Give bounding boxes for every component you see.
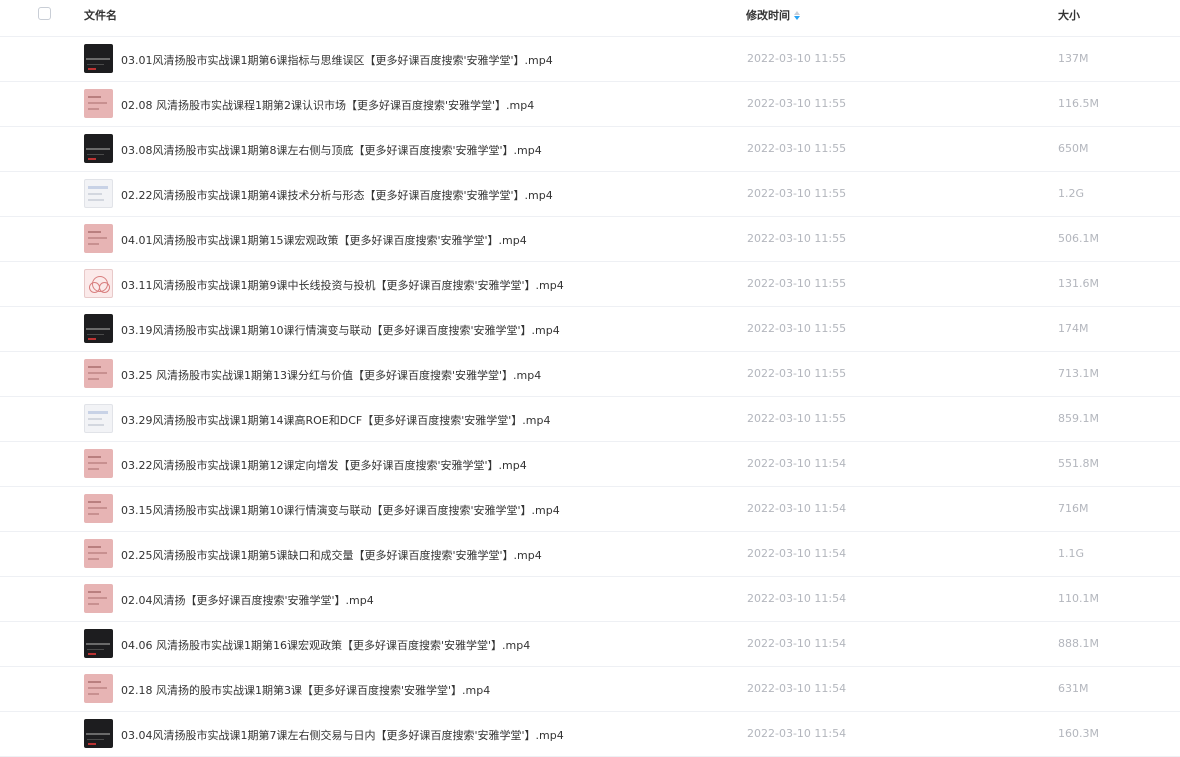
file-name[interactable]: 03.15风清扬股市实战课1期第10课行情演变与联动【更多好课百度搜索'安雅学堂…	[121, 502, 560, 518]
file-list-header: 文件名 修改时间 大小	[0, 0, 1180, 37]
modified-time: 2022-03-10 11:55	[747, 232, 847, 245]
file-size: 716M	[1058, 502, 1089, 515]
modified-time: 2022-03-10 11:55	[747, 322, 847, 335]
modified-time: 2022-03-10 11:55	[747, 52, 847, 65]
file-row[interactable]: 04.01风清扬股市实战课1期第15课宏观政策【更多好课百度搜索'安雅学堂'】.…	[0, 217, 1180, 262]
file-size: 506.1M	[1058, 232, 1099, 245]
file-row[interactable]: 02.22风清扬股市实战课1期第4课技术分析与形态【更多好课百度搜索'安雅学堂'…	[0, 172, 1180, 217]
file-size: 551.8M	[1058, 457, 1099, 470]
video-thumbnail	[84, 89, 113, 118]
file-name[interactable]: 03.11风清扬股市实战课1期第9课中长线投资与投机【更多好课百度搜索'安雅学堂…	[121, 277, 564, 293]
file-name[interactable]: 03.25 风清扬股市实战课1期第13课分红与价值【更多好课百度搜索'安雅学堂'…	[121, 367, 541, 383]
file-name[interactable]: 02.18 风清扬的股市实战课1期第3课【更多好课百度搜索'安雅学堂'】.mp4	[121, 682, 490, 698]
video-thumbnail	[84, 404, 113, 433]
video-thumbnail	[84, 719, 113, 748]
video-thumbnail	[84, 674, 113, 703]
column-header-modified-time-label: 修改时间	[746, 9, 790, 22]
file-row[interactable]: 03.08风清扬股市实战课1期第8课左右侧与顶底【更多好课百度搜索'安雅学堂'】…	[0, 127, 1180, 172]
file-size: 1.2G	[1058, 187, 1085, 200]
video-thumbnail	[84, 584, 113, 613]
file-size: 859.1M	[1058, 412, 1099, 425]
file-name[interactable]: 03.22风清扬股市实战课1期第12课定向增发【更多好课百度搜索'安雅学堂'】.…	[121, 457, 527, 473]
file-size: 137M	[1058, 52, 1089, 65]
file-row[interactable]: 03.22风清扬股市实战课1期第12课定向增发【更多好课百度搜索'安雅学堂'】.…	[0, 442, 1180, 487]
file-name[interactable]: 04.01风清扬股市实战课1期第15课宏观政策【更多好课百度搜索'安雅学堂'】.…	[121, 232, 527, 248]
file-size: 160.3M	[1058, 727, 1099, 740]
file-name[interactable]: 02.22风清扬股市实战课1期第4课技术分析与形态【更多好课百度搜索'安雅学堂'…	[121, 187, 553, 203]
file-size: 131.6M	[1058, 277, 1099, 290]
modified-time: 2022-03-10 11:55	[747, 367, 847, 380]
video-thumbnail	[84, 134, 113, 163]
file-list: 03.01风清扬股市实战课1期第6课指标与思维误区【更多好课百度搜索'安雅学堂'…	[0, 37, 1180, 757]
file-row[interactable]: 03.04风清扬股市实战课1期第7课左右侧交易与日内【更多好课百度搜索'安雅学堂…	[0, 712, 1180, 757]
file-size: 1.1G	[1058, 547, 1085, 560]
video-thumbnail	[84, 629, 113, 658]
modified-time: 2022-03-10 11:54	[747, 547, 847, 560]
file-row[interactable]: 03.19风清扬股市实战课1期第10课行情演变与联动【更多好课百度搜索'安雅学堂…	[0, 307, 1180, 352]
column-header-size[interactable]: 大小	[1058, 7, 1080, 23]
modified-time: 2022-03-10 11:55	[747, 187, 847, 200]
modified-time: 2022-03-10 11:55	[747, 97, 847, 110]
modified-time: 2022-03-10 11:54	[747, 682, 847, 695]
select-all-checkbox[interactable]	[38, 7, 51, 20]
file-name[interactable]: 02.04风清扬【更多好课百度搜索'安雅学堂'】.mp4	[121, 592, 374, 608]
file-name[interactable]: 03.01风清扬股市实战课1期第6课指标与思维误区【更多好课百度搜索'安雅学堂'…	[121, 52, 553, 68]
file-row[interactable]: 03.01风清扬股市实战课1期第6课指标与思维误区【更多好课百度搜索'安雅学堂'…	[0, 37, 1180, 82]
file-size: 631M	[1058, 682, 1089, 695]
column-header-modified-time[interactable]: 修改时间	[746, 7, 800, 23]
file-name[interactable]: 02.25风清扬股市实战课1期第5课缺口和成交量【更多好课百度搜索'安雅学堂'】…	[121, 547, 542, 563]
file-row[interactable]: 02.04风清扬【更多好课百度搜索'安雅学堂'】.mp4 2022-03-10 1…	[0, 577, 1180, 622]
file-row[interactable]: 03.15风清扬股市实战课1期第10课行情演变与联动【更多好课百度搜索'安雅学堂…	[0, 487, 1180, 532]
modified-time: 2022-03-10 11:55	[747, 142, 847, 155]
file-row[interactable]: 02.18 风清扬的股市实战课1期第3课【更多好课百度搜索'安雅学堂'】.mp4…	[0, 667, 1180, 712]
sort-icon[interactable]	[794, 11, 800, 20]
modified-time: 2022-03-10 11:55	[747, 277, 847, 290]
video-thumbnail	[84, 44, 113, 73]
file-name[interactable]: 04.06 风清扬股市实战课1期第16课宏观政策【更多好课百度搜索'安雅学堂'】…	[121, 637, 530, 653]
file-size: 110.1M	[1058, 592, 1099, 605]
file-row[interactable]: 03.11风清扬股市实战课1期第9课中长线投资与投机【更多好课百度搜索'安雅学堂…	[0, 262, 1180, 307]
file-name[interactable]: 03.29风清扬股市实战课1期第14课高ROE和DCF【更多好课百度搜索'安雅学…	[121, 412, 550, 428]
file-size: 650M	[1058, 142, 1089, 155]
file-row[interactable]: 03.25 风清扬股市实战课1期第13课分红与价值【更多好课百度搜索'安雅学堂'…	[0, 352, 1180, 397]
file-size: 713.1M	[1058, 367, 1099, 380]
video-thumbnail	[84, 494, 113, 523]
modified-time: 2022-03-10 11:54	[747, 727, 847, 740]
file-name[interactable]: 02.08 风清扬股市实战课程1期第2课认识市场【更多好课百度搜索'安雅学堂'】…	[121, 97, 534, 113]
video-thumbnail	[84, 359, 113, 388]
file-row[interactable]: 02.08 风清扬股市实战课程1期第2课认识市场【更多好课百度搜索'安雅学堂'】…	[0, 82, 1180, 127]
file-name[interactable]: 03.08风清扬股市实战课1期第8课左右侧与顶底【更多好课百度搜索'安雅学堂'】…	[121, 142, 542, 158]
modified-time: 2022-03-10 11:55	[747, 412, 847, 425]
video-thumbnail	[84, 449, 113, 478]
file-size: 116.5M	[1058, 97, 1099, 110]
modified-time: 2022-03-10 11:54	[747, 502, 847, 515]
file-name[interactable]: 03.04风清扬股市实战课1期第7课左右侧交易与日内【更多好课百度搜索'安雅学堂…	[121, 727, 564, 743]
video-thumbnail	[84, 539, 113, 568]
video-thumbnail	[84, 269, 113, 298]
modified-time: 2022-03-10 11:54	[747, 457, 847, 470]
file-row[interactable]: 02.25风清扬股市实战课1期第5课缺口和成交量【更多好课百度搜索'安雅学堂'】…	[0, 532, 1180, 577]
video-thumbnail	[84, 224, 113, 253]
file-name[interactable]: 03.19风清扬股市实战课1期第10课行情演变与联动【更多好课百度搜索'安雅学堂…	[121, 322, 560, 338]
file-row[interactable]: 03.29风清扬股市实战课1期第14课高ROE和DCF【更多好课百度搜索'安雅学…	[0, 397, 1180, 442]
modified-time: 2022-03-10 11:54	[747, 637, 847, 650]
video-thumbnail	[84, 179, 113, 208]
file-row[interactable]: 04.06 风清扬股市实战课1期第16课宏观政策【更多好课百度搜索'安雅学堂'】…	[0, 622, 1180, 667]
video-thumbnail	[84, 314, 113, 343]
column-header-name[interactable]: 文件名	[84, 7, 117, 23]
file-size: 888.1M	[1058, 637, 1099, 650]
file-size: 174M	[1058, 322, 1089, 335]
modified-time: 2022-03-10 11:54	[747, 592, 847, 605]
